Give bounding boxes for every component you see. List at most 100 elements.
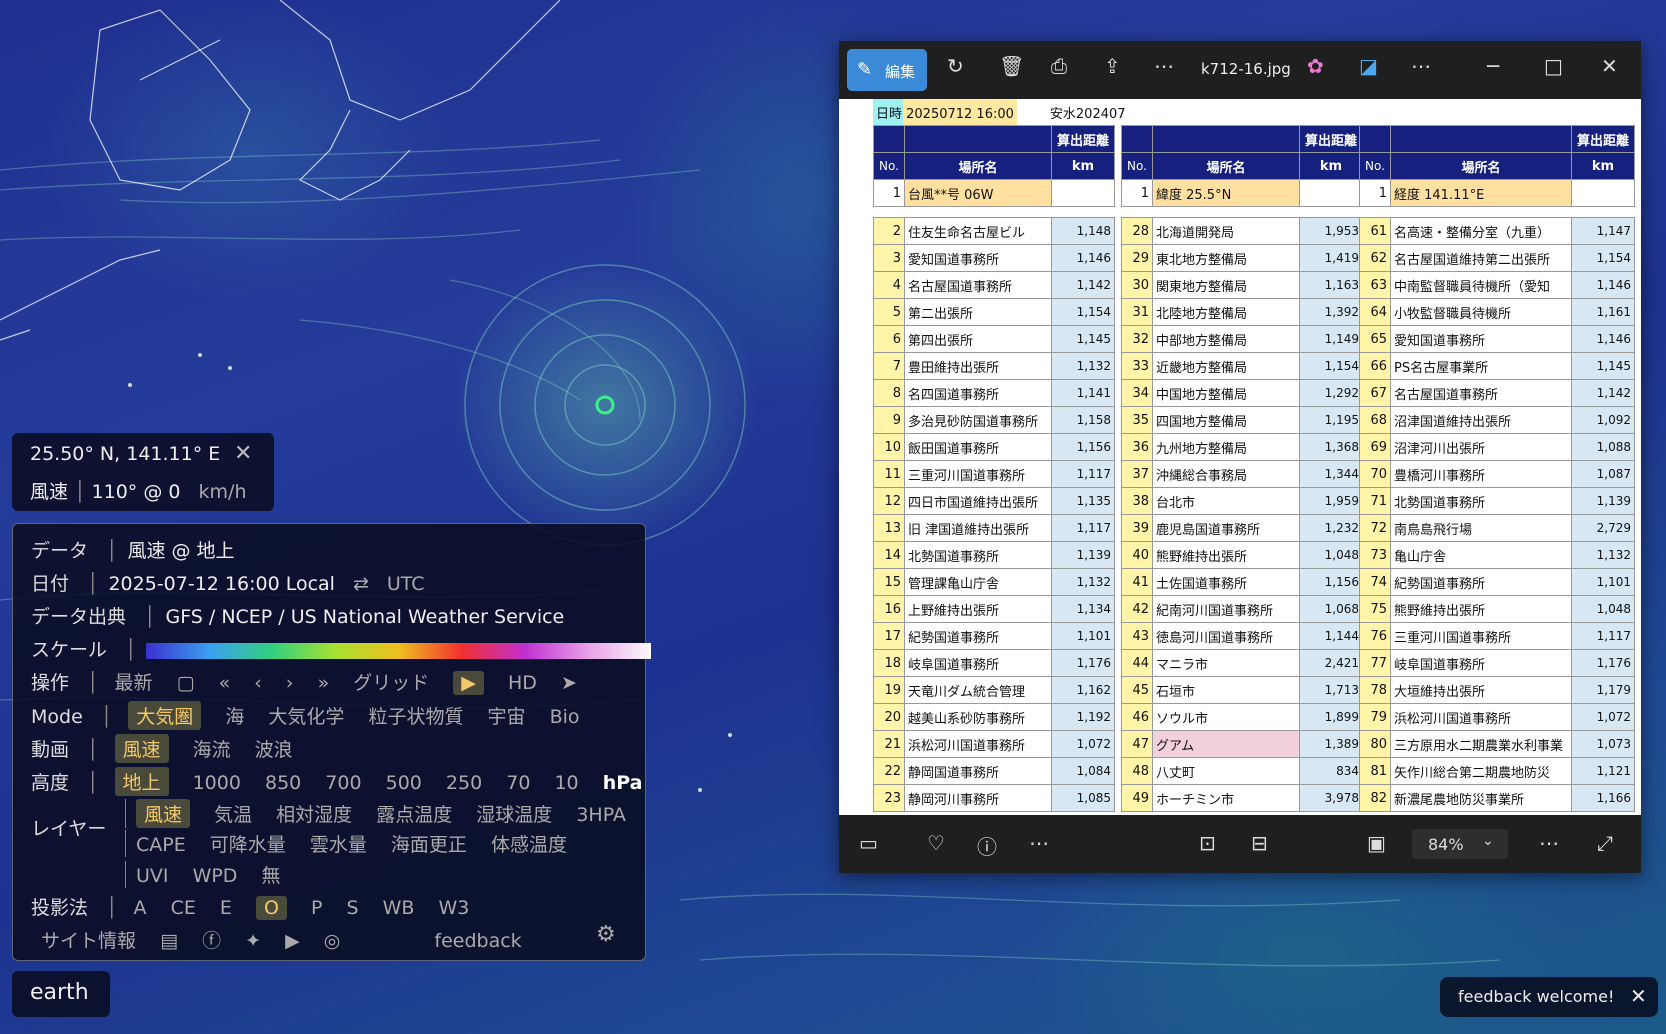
height-option[interactable]: 250	[446, 772, 482, 794]
favorite-icon[interactable]: ♡	[927, 831, 945, 855]
projection-option[interactable]: E	[220, 897, 232, 919]
height-option[interactable]: 10	[554, 772, 578, 794]
layer-option[interactable]: 風速	[136, 799, 191, 828]
projection-option[interactable]: WB	[383, 897, 415, 919]
row-name: 沼津河川出張所	[1390, 433, 1572, 461]
back-icon[interactable]: ‹	[254, 672, 262, 694]
anim-option[interactable]: 海流	[193, 735, 231, 762]
hd-toggle[interactable]: HD	[508, 672, 537, 694]
close-icon[interactable]: ✕	[234, 441, 252, 466]
projection-option[interactable]: P	[311, 897, 322, 919]
close-icon[interactable]: ✕	[1601, 54, 1618, 78]
height-option[interactable]: 850	[265, 772, 301, 794]
grid-toggle[interactable]: グリッド	[353, 668, 429, 695]
more-icon[interactable]: ⋯	[1539, 831, 1559, 855]
actual-size-icon[interactable]: ▣	[1367, 831, 1386, 855]
mode-option[interactable]: 大気圏	[128, 701, 202, 730]
facebook-icon[interactable]: ⓕ	[202, 926, 221, 953]
designer-icon[interactable]: ◪	[1359, 54, 1378, 78]
height-option[interactable]: 500	[386, 772, 422, 794]
projection-option[interactable]: W3	[438, 897, 469, 919]
minimize-icon[interactable]: ─	[1487, 54, 1499, 78]
height-option[interactable]: 地上	[114, 767, 169, 796]
edit-button[interactable]: ✎ 編集	[847, 49, 927, 91]
close-icon[interactable]: ✕	[1630, 984, 1647, 1008]
cyclone-swirl	[464, 264, 746, 546]
data-table-3: 算出距離 No. 場所名 km 1 経度 141.11°E 61 名高速・整備分室（九重…	[1359, 125, 1635, 812]
anim-option[interactable]: 波浪	[255, 735, 293, 762]
youtube-icon[interactable]: ▶	[285, 930, 300, 952]
mode-option[interactable]: 大気化学	[268, 702, 344, 729]
height-option[interactable]: 700	[325, 772, 361, 794]
height-option[interactable]: 70	[506, 772, 530, 794]
visual-search-icon[interactable]: ⊡	[1199, 831, 1216, 855]
layer-option[interactable]: 露点温度	[376, 800, 452, 827]
delete-icon[interactable]: 🗑	[999, 54, 1024, 78]
layer-option[interactable]: 可降水量	[210, 830, 286, 857]
row-no: 74	[1359, 568, 1391, 596]
projection-option[interactable]: S	[346, 897, 358, 919]
feedback-link[interactable]: feedback	[434, 930, 521, 952]
copilot-icon[interactable]: ✿	[1307, 54, 1324, 78]
bluesky-icon[interactable]: ✦	[245, 930, 261, 952]
layer-option[interactable]: 無	[261, 861, 280, 888]
date-value[interactable]: 2025-07-12 16:00 Local	[108, 573, 335, 595]
utc-toggle[interactable]: UTC	[387, 573, 425, 595]
play-icon[interactable]: ▶	[453, 671, 484, 695]
layer-option[interactable]: 海面更正	[391, 830, 467, 857]
swap-icon[interactable]: ⇄	[353, 573, 369, 595]
layer-option[interactable]: 湿球温度	[476, 800, 552, 827]
share-icon[interactable]: ⇪	[1104, 54, 1121, 78]
height-option[interactable]: 1000	[193, 772, 241, 794]
projection-option[interactable]: CE	[171, 897, 196, 919]
earth-button[interactable]: earth	[12, 971, 110, 1017]
fast-forward-icon[interactable]: »	[318, 672, 330, 694]
table-row: 80 三方原用水二期農業水利事業 1,073	[1359, 730, 1635, 758]
layer-option[interactable]: 体感温度	[491, 830, 567, 857]
filmstrip-icon[interactable]: ▭	[859, 831, 878, 855]
more-icon[interactable]: ⋯	[1411, 54, 1431, 78]
print-icon[interactable]: ⎙	[1051, 54, 1067, 78]
projection-option[interactable]: O	[255, 896, 287, 920]
locate-icon[interactable]: ➤	[561, 672, 577, 694]
more-icon[interactable]: ⋯	[1154, 54, 1174, 78]
layer-option[interactable]: 気温	[214, 800, 252, 827]
forward-icon[interactable]: ›	[286, 672, 294, 694]
about-link[interactable]: サイト情報	[41, 926, 136, 953]
footer-row: サイト情報 ▤ ⓕ ✦ ▶ ◎ feedback	[41, 926, 540, 953]
layer-option[interactable]: UVI	[136, 865, 169, 887]
instagram-icon[interactable]: ◎	[324, 930, 341, 952]
mode-option[interactable]: 宇宙	[488, 702, 526, 729]
more-icon[interactable]: ⋯	[1029, 831, 1049, 855]
layer-option[interactable]: CAPE	[136, 834, 186, 856]
calendar-icon[interactable]: ▢	[177, 672, 195, 694]
book-icon[interactable]: ▤	[160, 930, 178, 952]
maximize-icon[interactable]: □	[1544, 54, 1563, 78]
mode-option[interactable]: 粒子状物質	[368, 702, 463, 729]
anim-option[interactable]: 風速	[114, 734, 169, 763]
layer-option[interactable]: 相対湿度	[276, 800, 352, 827]
row-name: 名古屋国道事務所	[1390, 379, 1572, 407]
info-icon[interactable]: ⓘ	[977, 831, 997, 860]
fullscreen-icon[interactable]: ⤢	[1597, 831, 1613, 855]
layer-option[interactable]: 3HPA	[576, 804, 626, 826]
text-scan-icon[interactable]: ⊟	[1251, 831, 1268, 855]
table-row: 17 紀勢国道事務所 1,101	[873, 622, 1115, 650]
feedback-toast-text[interactable]: feedback welcome!	[1458, 987, 1614, 1006]
latest-button[interactable]: 最新	[115, 668, 153, 695]
rewind-icon[interactable]: «	[219, 672, 231, 694]
mode-option[interactable]: 海	[225, 702, 244, 729]
mode-option[interactable]: Bio	[550, 706, 580, 728]
data-table-2: 算出距離 No. 場所名 km 1 緯度 25.5°N 28 北海道開発局 1,953 29…	[1121, 125, 1363, 812]
layer-option[interactable]: WPD	[193, 865, 238, 887]
color-scale-bar[interactable]	[146, 642, 652, 659]
row-km: 1,146	[1571, 325, 1635, 353]
layer-option[interactable]: 雲水量	[310, 830, 367, 857]
zoom-select[interactable]: 84% ⌄	[1412, 829, 1508, 859]
table-row: 30 関東地方整備局 1,163	[1121, 271, 1363, 299]
gear-icon[interactable]: ⚙	[596, 922, 616, 947]
rotate-icon[interactable]: ↻	[947, 54, 964, 78]
wind-unit[interactable]: km/h	[199, 481, 247, 503]
location-marker[interactable]	[595, 395, 615, 415]
projection-option[interactable]: A	[134, 897, 147, 919]
